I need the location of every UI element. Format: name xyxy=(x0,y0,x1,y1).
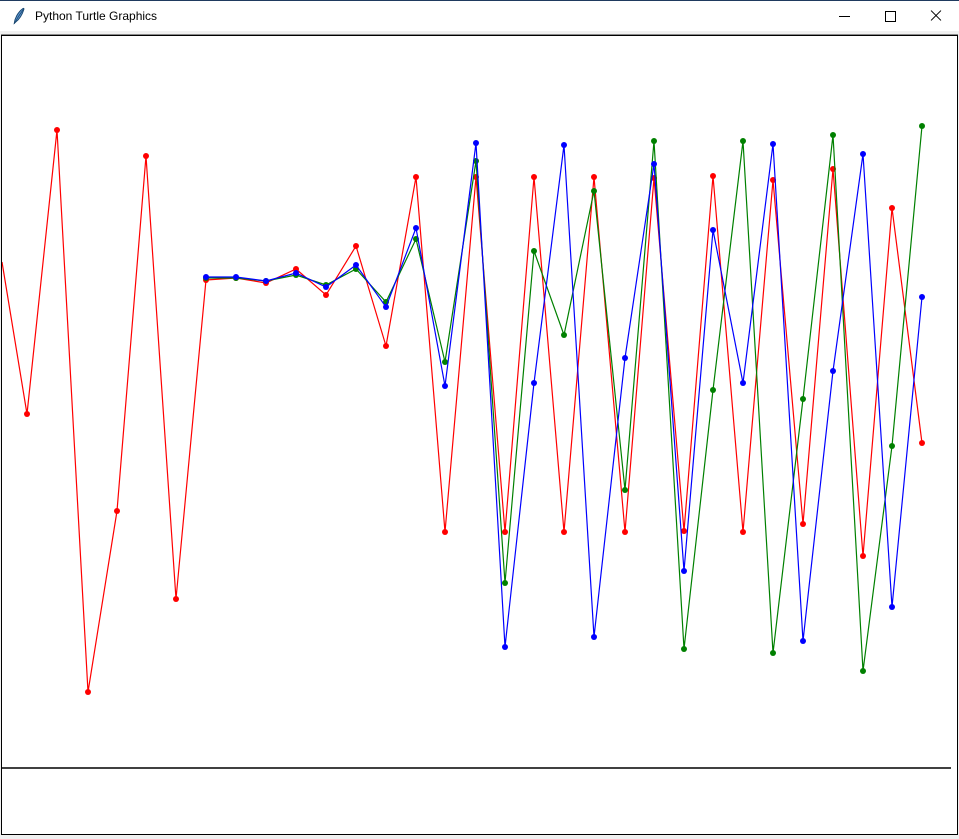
series-green-point xyxy=(800,396,806,402)
series-green-point xyxy=(502,580,508,586)
series-red-point xyxy=(919,440,925,446)
turtle-drawing xyxy=(2,36,957,834)
tk-feather-icon xyxy=(11,7,27,25)
series-red-point xyxy=(442,529,448,535)
series-red-point xyxy=(173,596,179,602)
series-blue-point xyxy=(740,380,746,386)
window-controls xyxy=(821,1,959,31)
series-green-point xyxy=(860,668,866,674)
series-blue-point xyxy=(889,604,895,610)
series-blue-point xyxy=(622,355,628,361)
series-green-point xyxy=(531,248,537,254)
series-blue-point xyxy=(651,161,657,167)
series-green-point xyxy=(442,359,448,365)
series-red-point xyxy=(591,174,597,180)
series-blue-point xyxy=(233,274,239,280)
series-green-point xyxy=(740,138,746,144)
series-red-point xyxy=(800,521,806,527)
series-blue-point xyxy=(830,368,836,374)
series-red-point xyxy=(622,529,628,535)
window-title: Python Turtle Graphics xyxy=(35,9,157,23)
series-green-point xyxy=(919,123,925,129)
series-green-point xyxy=(830,132,836,138)
series-red-point xyxy=(502,529,508,535)
series-blue-point xyxy=(473,140,479,146)
series-blue-point xyxy=(323,284,329,290)
series-blue-point xyxy=(860,151,866,157)
series-blue-point xyxy=(800,638,806,644)
series-blue-point xyxy=(442,383,448,389)
series-green-point xyxy=(889,443,895,449)
series-blue-point xyxy=(681,568,687,574)
series-green-point xyxy=(651,138,657,144)
close-button[interactable] xyxy=(913,1,959,31)
series-red-point xyxy=(85,689,91,695)
series-red-point xyxy=(889,205,895,211)
series-red-point xyxy=(531,174,537,180)
series-blue-point xyxy=(561,142,567,148)
series-blue-point xyxy=(502,644,508,650)
window-bottom-frame xyxy=(0,835,959,839)
series-blue-point xyxy=(383,304,389,310)
series-blue-point xyxy=(919,294,925,300)
series-blue-point xyxy=(591,634,597,640)
series-blue-point xyxy=(293,270,299,276)
maximize-icon xyxy=(885,11,896,22)
series-green-point xyxy=(622,487,628,493)
series-blue-line xyxy=(206,143,922,647)
series-green-point xyxy=(561,332,567,338)
series-blue-point xyxy=(203,274,209,280)
series-blue-point xyxy=(263,278,269,284)
series-red-point xyxy=(323,292,329,298)
series-blue-point xyxy=(413,225,419,231)
series-red-point xyxy=(24,411,30,417)
series-blue-point xyxy=(710,227,716,233)
series-green-point xyxy=(710,387,716,393)
series-green-point xyxy=(591,188,597,194)
series-red-point xyxy=(54,127,60,133)
series-red-point xyxy=(413,174,419,180)
series-red-point xyxy=(114,508,120,514)
series-blue-point xyxy=(531,380,537,386)
series-red-point xyxy=(681,528,687,534)
close-icon xyxy=(930,10,942,22)
series-green-point xyxy=(681,646,687,652)
turtle-canvas[interactable] xyxy=(1,35,958,835)
series-red-point xyxy=(143,153,149,159)
series-red-point xyxy=(561,529,567,535)
maximize-button[interactable] xyxy=(867,1,913,31)
minimize-icon xyxy=(839,16,850,17)
series-red-point xyxy=(353,243,359,249)
series-green-line xyxy=(206,126,922,671)
series-red-point xyxy=(710,173,716,179)
series-red-point xyxy=(860,553,866,559)
series-red-point xyxy=(740,529,746,535)
series-red-line xyxy=(2,130,922,692)
series-blue-point xyxy=(770,141,776,147)
title-bar: Python Turtle Graphics xyxy=(0,1,959,31)
series-green-point xyxy=(770,650,776,656)
minimize-button[interactable] xyxy=(821,1,867,31)
series-blue-point xyxy=(353,262,359,268)
series-red-point xyxy=(383,343,389,349)
